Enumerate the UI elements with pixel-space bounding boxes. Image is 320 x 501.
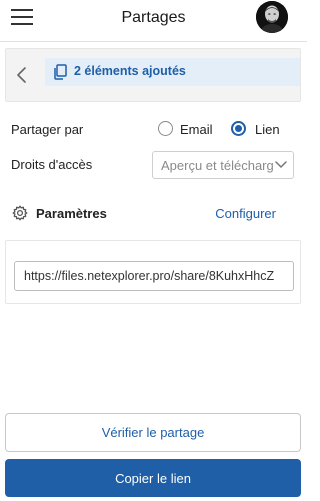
chevron-left-icon[interactable] xyxy=(15,66,29,84)
selection-count: 2 éléments ajoutés xyxy=(74,64,186,78)
share-link-input[interactable] xyxy=(14,261,294,291)
access-rights-select[interactable]: Aperçu et téléchargement xyxy=(152,151,294,179)
verify-share-button[interactable]: Vérifier le partage xyxy=(5,413,301,452)
copy-link-button[interactable]: Copier le lien xyxy=(5,459,301,497)
parameters-label: Paramètres xyxy=(36,206,107,221)
selection-summary: 2 éléments ajoutés xyxy=(5,48,301,102)
radio-link[interactable] xyxy=(231,121,246,136)
chevron-down-icon xyxy=(275,161,287,168)
radio-email[interactable] xyxy=(158,121,173,136)
avatar[interactable] xyxy=(256,1,288,33)
selection-pill[interactable]: 2 éléments ajoutés xyxy=(45,58,300,86)
access-rights-label: Droits d'accès xyxy=(11,157,93,172)
access-rights-value: Aperçu et téléchargement xyxy=(161,158,273,173)
configure-link[interactable]: Configurer xyxy=(215,206,276,221)
radio-link-label[interactable]: Lien xyxy=(255,122,280,137)
radio-email-label[interactable]: Email xyxy=(180,122,213,137)
share-link-panel xyxy=(5,240,301,304)
share-by-label: Partager par xyxy=(11,122,84,137)
gear-icon xyxy=(12,205,28,221)
copy-documents-icon xyxy=(54,64,67,80)
app-header: Partages xyxy=(0,0,307,42)
